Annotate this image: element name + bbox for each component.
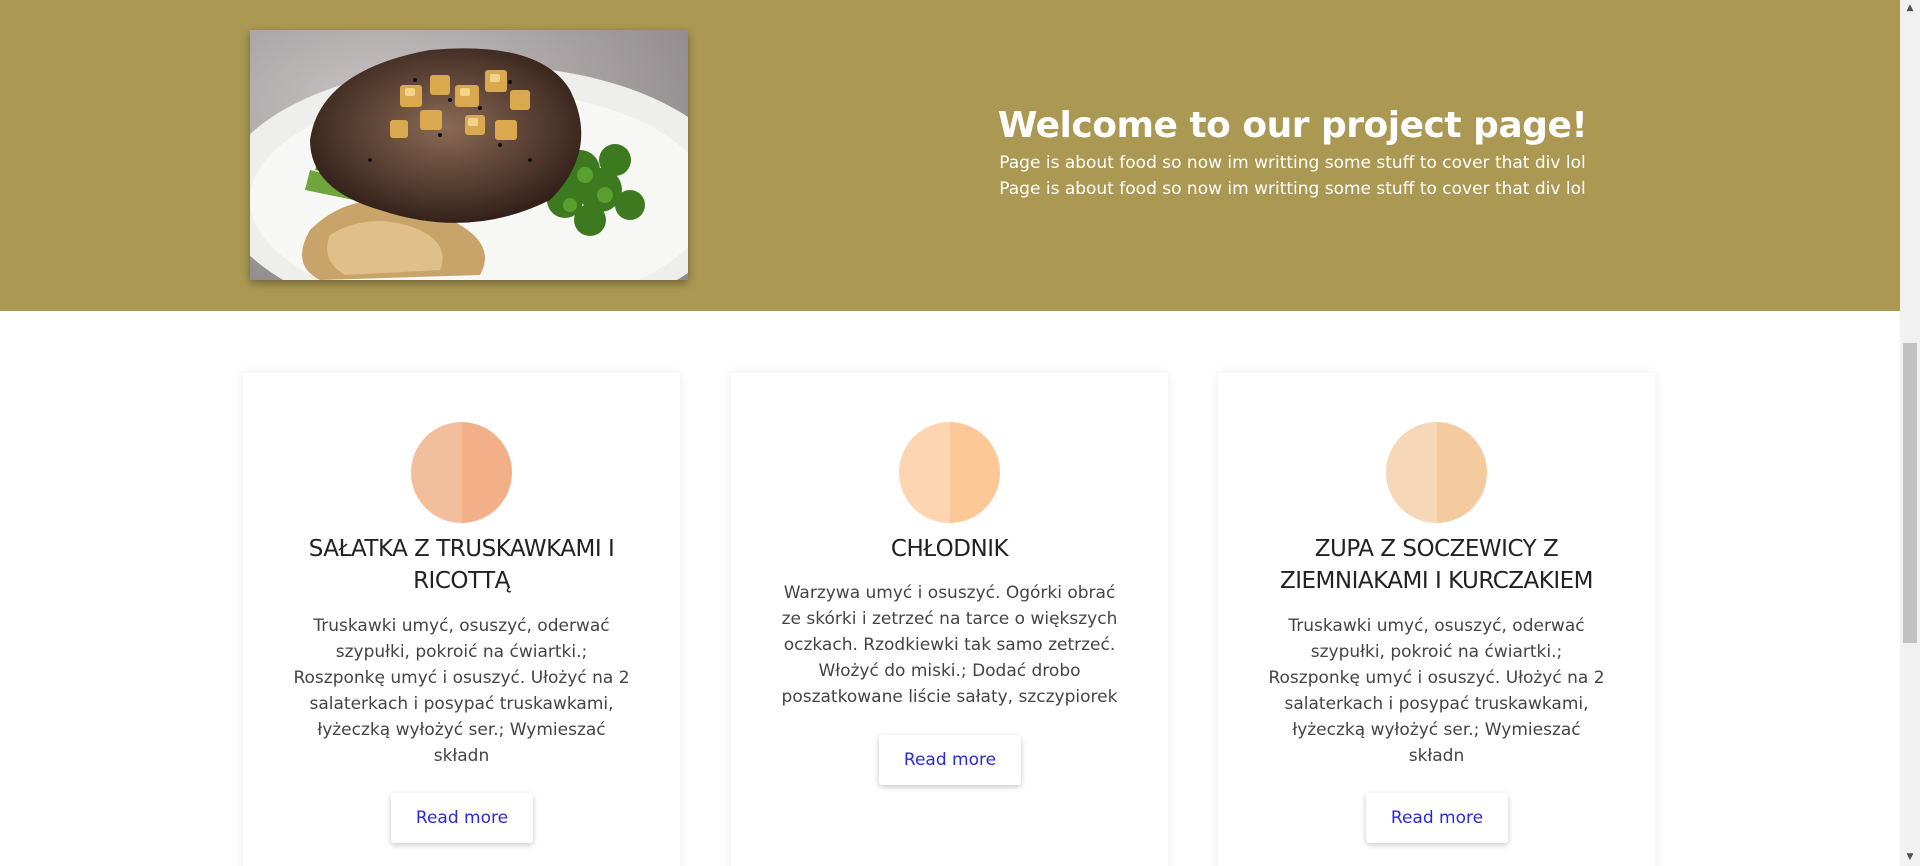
- circle-right-half: [949, 422, 1000, 523]
- circle-right-half: [461, 422, 512, 523]
- read-more-button[interactable]: Read more: [391, 793, 533, 843]
- recipe-title: CHŁODNIK: [890, 536, 1009, 562]
- food-photo-icon: [250, 30, 688, 280]
- hero-subtitle-line-1: Page is about food so now im writting so…: [999, 153, 1586, 173]
- recipe-card: SAŁATKA Z TRUSKAWKAMI I RICOTTĄ Truskawk…: [243, 373, 680, 866]
- hero-subtitle-line-2: Page is about food so now im writting so…: [999, 179, 1586, 199]
- scrollbar-thumb[interactable]: [1903, 343, 1917, 643]
- circle-left-half: [1386, 422, 1437, 523]
- circle-right-half: [1436, 422, 1487, 523]
- read-more-button[interactable]: Read more: [879, 735, 1021, 785]
- recipe-card: CHŁODNIK Warzywa umyć i osuszyć. Ogórki …: [731, 373, 1168, 866]
- recipe-description: Warzywa umyć i osuszyć. Ogórki obrać ze …: [781, 583, 1118, 707]
- recipe-circle-icon: [1386, 422, 1487, 523]
- hero-title: Welcome to our project page!: [997, 105, 1588, 146]
- circle-left-half: [411, 422, 462, 523]
- read-more-button[interactable]: Read more: [1366, 793, 1508, 843]
- hero-banner: Welcome to our project page! Page is abo…: [0, 0, 1900, 311]
- vertical-scrollbar[interactable]: ▲ ▼: [1900, 0, 1920, 866]
- recipe-description: Truskawki umyć, osuszyć, oderwać szypułk…: [293, 616, 630, 766]
- scroll-up-arrow-icon[interactable]: ▲: [1900, 0, 1920, 17]
- recipe-title: SAŁATKA Z TRUSKAWKAMI I RICOTTĄ: [308, 536, 615, 594]
- recipe-cards: SAŁATKA Z TRUSKAWKAMI I RICOTTĄ Truskawk…: [0, 373, 1900, 866]
- hero-food-image: [250, 30, 688, 280]
- recipe-title: ZUPA Z SOCZEWICY Z ZIEMNIAKAMI I KURCZAK…: [1279, 536, 1594, 594]
- circle-left-half: [899, 422, 950, 523]
- recipe-circle-icon: [411, 422, 512, 523]
- hero-text-block: Welcome to our project page! Page is abo…: [900, 102, 1685, 202]
- recipe-circle-icon: [899, 422, 1000, 523]
- recipe-description: Truskawki umyć, osuszyć, oderwać szypułk…: [1268, 616, 1605, 766]
- recipe-card: ZUPA Z SOCZEWICY Z ZIEMNIAKAMI I KURCZAK…: [1218, 373, 1655, 866]
- scroll-down-arrow-icon[interactable]: ▼: [1900, 849, 1920, 866]
